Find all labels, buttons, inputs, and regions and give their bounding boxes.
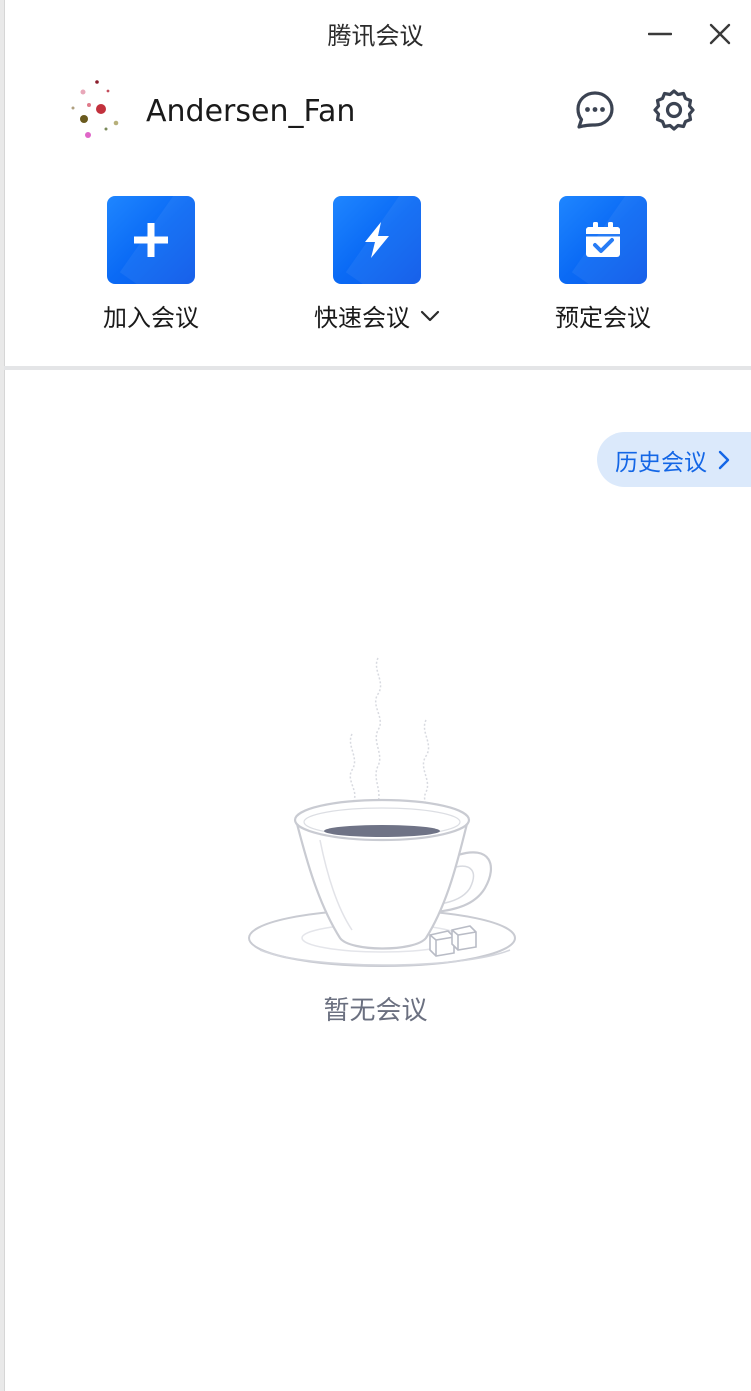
avatar-dots-icon — [61, 79, 125, 143]
settings-button[interactable] — [652, 88, 696, 132]
join-meeting-label: 加入会议 — [103, 298, 199, 333]
chevron-right-icon — [717, 449, 731, 471]
minimize-button[interactable] — [640, 14, 680, 54]
empty-state-text: 暂无会议 — [323, 996, 428, 1026]
title-bar: 腾讯会议 — [0, 0, 751, 68]
chat-bubble-icon — [576, 91, 614, 129]
schedule-meeting-text: 预定会议 — [555, 304, 651, 332]
plus-icon — [134, 223, 168, 257]
chevron-down-icon[interactable] — [420, 309, 440, 323]
quick-meeting-text: 快速会议 — [314, 304, 410, 332]
close-icon — [709, 23, 731, 45]
schedule-meeting-tile — [559, 196, 647, 284]
section-divider — [4, 366, 751, 370]
schedule-meeting-button[interactable]: 预定会议 — [513, 196, 693, 333]
quick-meeting-label: 快速会议 — [314, 298, 440, 333]
gear-icon — [653, 89, 695, 131]
meeting-app-window: 腾讯会议 Andersen_Fan 加入会议 快速会议 预定会议 历史会议 暂无… — [0, 0, 751, 1391]
meeting-actions: 加入会议 快速会议 预定会议 — [0, 196, 751, 336]
coffee-cup-illustration — [248, 657, 516, 967]
avatar[interactable] — [60, 78, 126, 144]
history-meetings-button[interactable]: 历史会议 — [597, 432, 751, 487]
username: Andersen_Fan — [146, 93, 356, 129]
schedule-meeting-label: 预定会议 — [555, 298, 651, 333]
join-meeting-button[interactable]: 加入会议 — [61, 196, 241, 333]
minimize-icon — [648, 32, 672, 36]
user-profile[interactable]: Andersen_Fan — [60, 76, 355, 146]
join-meeting-tile — [107, 196, 195, 284]
calendar-check-icon — [586, 222, 620, 257]
messages-button[interactable] — [573, 88, 617, 132]
quick-meeting-tile — [333, 196, 421, 284]
lightning-icon — [365, 222, 389, 258]
close-button[interactable] — [700, 14, 740, 54]
window-title: 腾讯会议 — [327, 22, 424, 50]
join-meeting-text: 加入会议 — [103, 304, 199, 332]
history-meetings-label: 历史会议 — [615, 449, 707, 476]
quick-meeting-button[interactable]: 快速会议 — [287, 196, 467, 333]
